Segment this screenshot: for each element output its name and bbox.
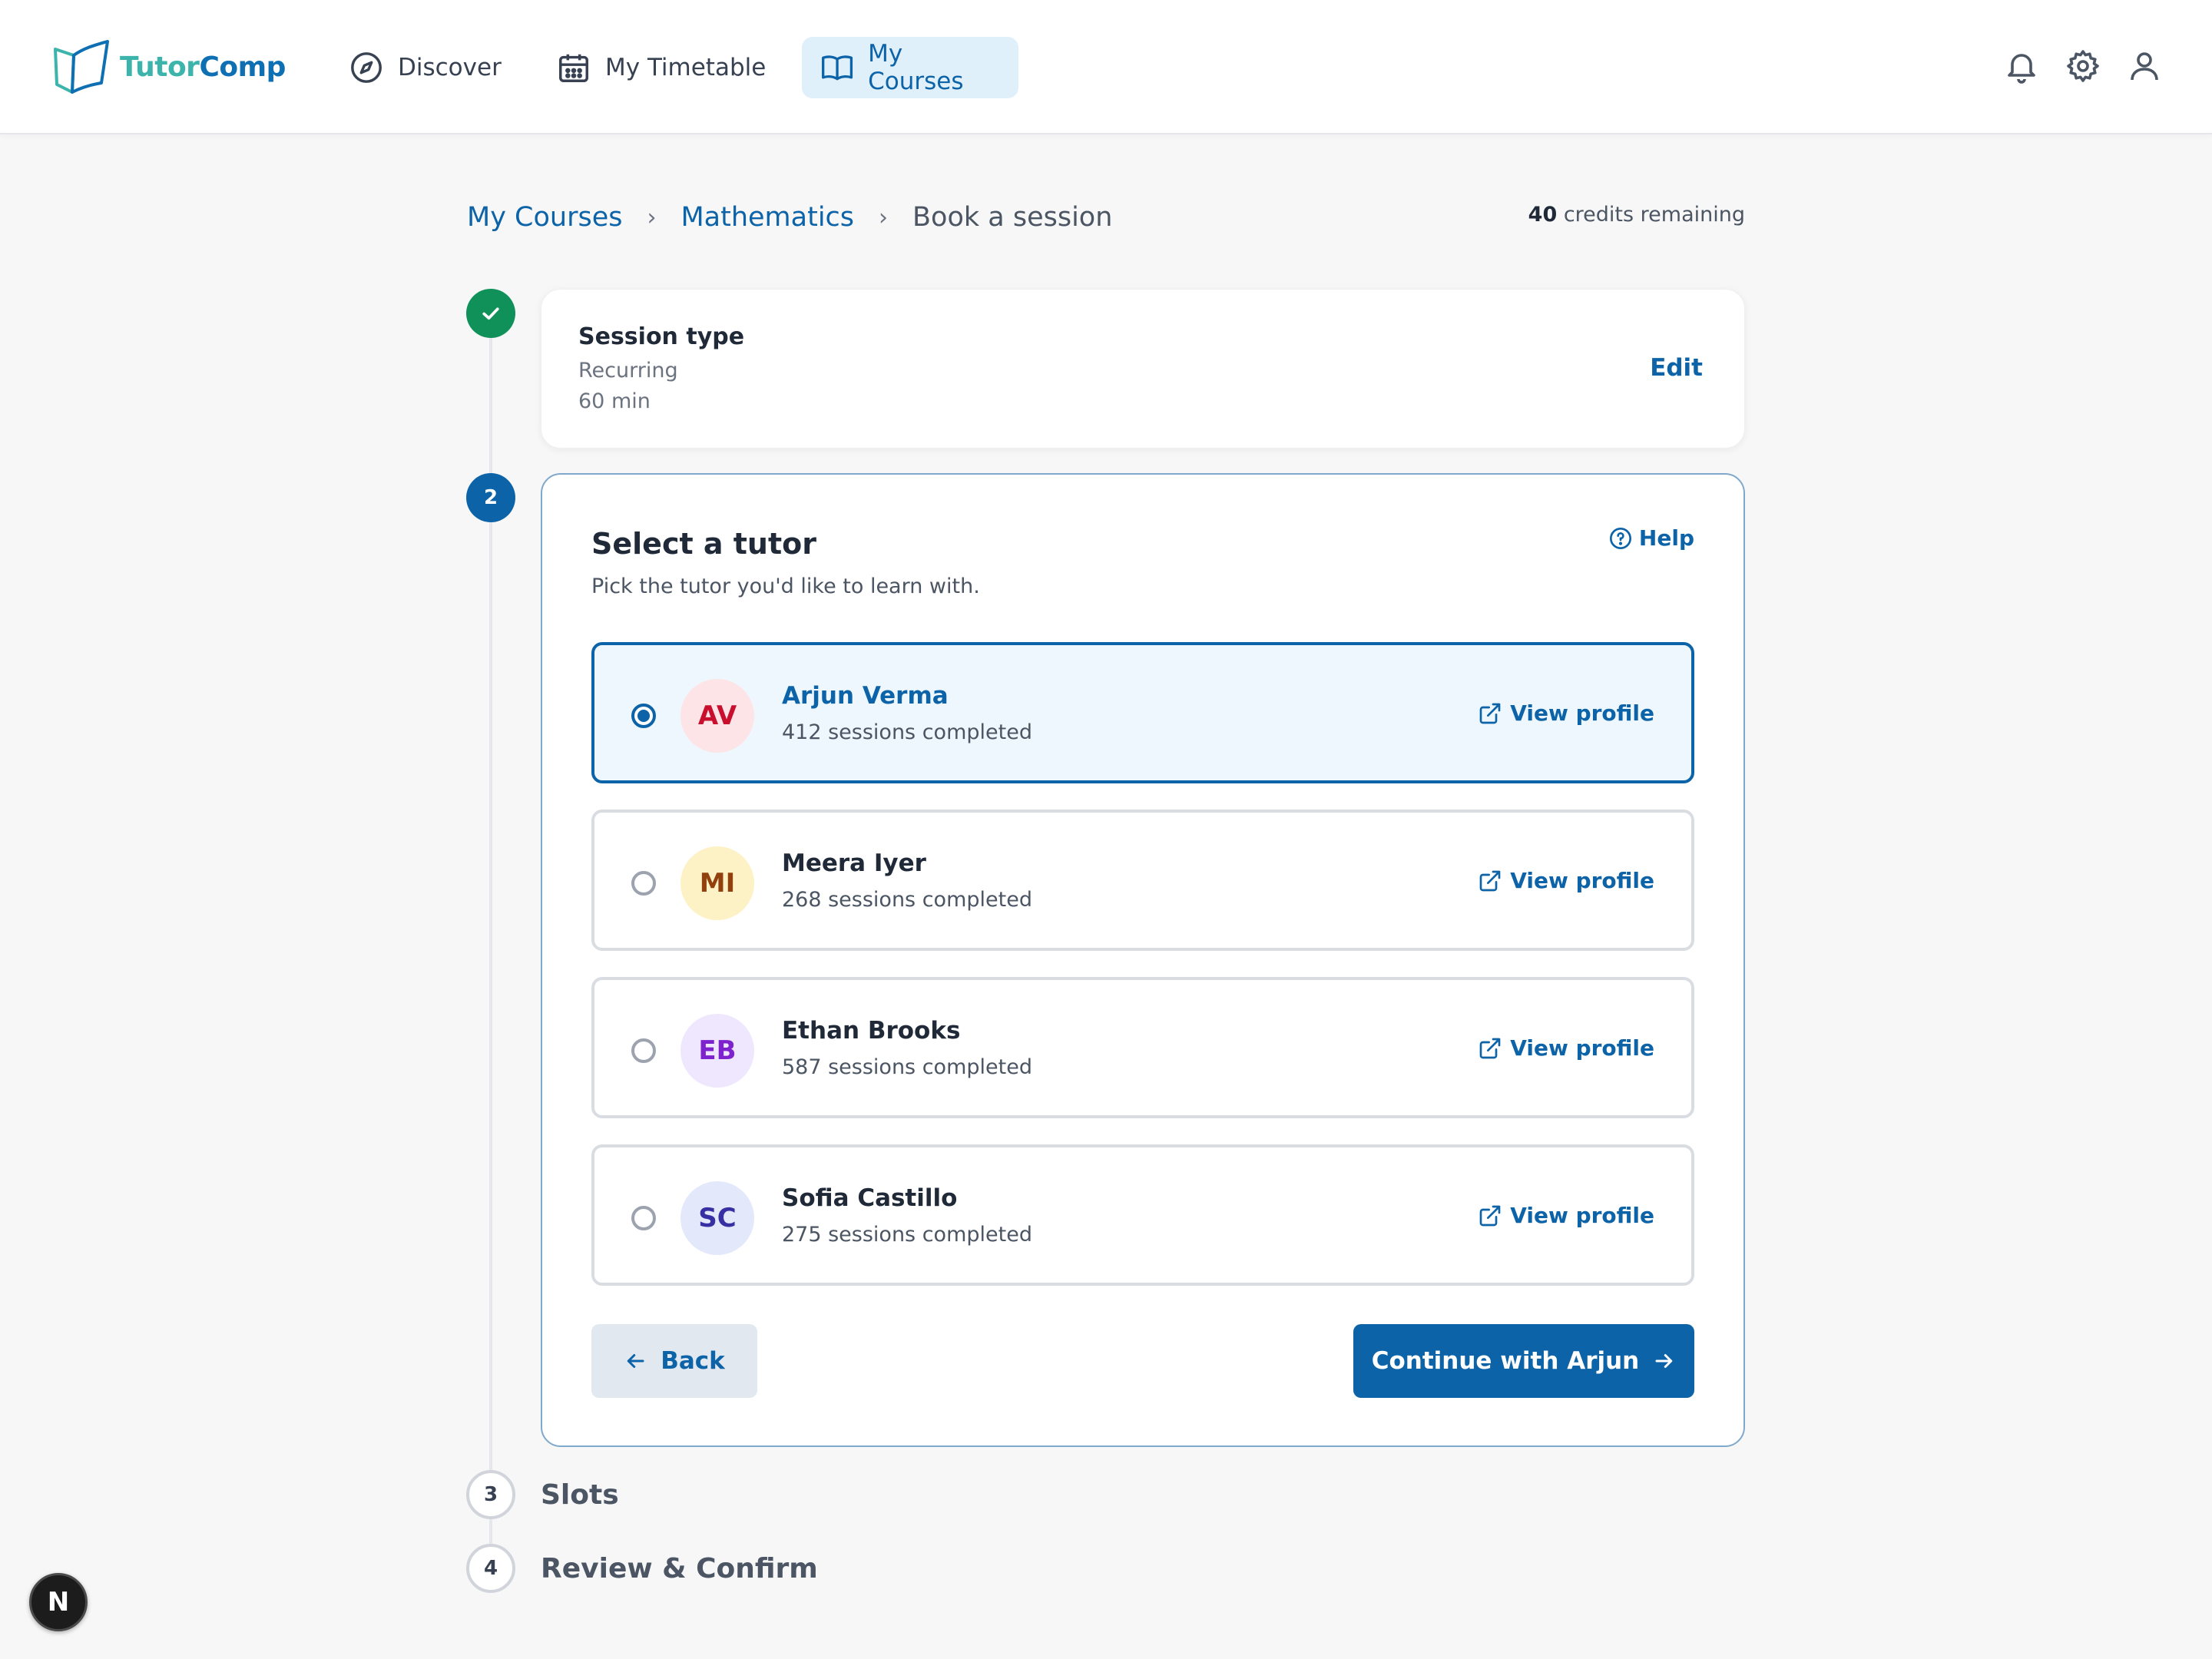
tutor-radio-selected[interactable] bbox=[631, 704, 656, 728]
tutor-name: Sofia Castillo bbox=[782, 1184, 958, 1212]
breadcrumb: My Courses › Mathematics › Book a sessio… bbox=[467, 198, 1112, 237]
view-profile-label: View profile bbox=[1510, 868, 1654, 893]
view-profile-link[interactable]: View profile bbox=[1478, 1035, 1654, 1061]
nav-discover-label: Discover bbox=[398, 54, 502, 81]
tutorcomp-logo[interactable]: TutorComp bbox=[51, 38, 286, 96]
view-profile-label: View profile bbox=[1510, 1035, 1654, 1061]
step-3-indicator: 3 bbox=[466, 1470, 515, 1519]
logo-wordmark: TutorComp bbox=[120, 51, 286, 83]
back-button-label: Back bbox=[661, 1347, 725, 1375]
help-label: Help bbox=[1638, 525, 1694, 551]
breadcrumb-separator: › bbox=[879, 204, 889, 231]
external-link-icon bbox=[1479, 703, 1501, 724]
tutor-sessions-completed: 587 sessions completed bbox=[782, 1055, 1032, 1079]
help-link[interactable]: Help bbox=[1608, 525, 1694, 551]
select-tutor-subtitle: Pick the tutor you'd like to learn with. bbox=[591, 575, 980, 598]
nav-my-timetable-label: My Timetable bbox=[605, 54, 767, 81]
stepper-connector bbox=[489, 522, 492, 1470]
tutor-option[interactable]: AV Arjun Verma 412 sessions completed Vi… bbox=[591, 642, 1694, 783]
nav-my-courses-label: My Courses bbox=[868, 40, 964, 95]
view-profile-label: View profile bbox=[1510, 700, 1654, 726]
logo-book-icon bbox=[54, 40, 109, 94]
avatar: AV bbox=[680, 679, 754, 753]
tutor-radio[interactable] bbox=[631, 1038, 656, 1063]
tutor-option[interactable]: MI Meera Iyer 268 sessions completed Vie… bbox=[591, 810, 1694, 951]
top-navigation-bar: TutorComp Discover My Timetable My Cours… bbox=[0, 0, 2212, 134]
step-3-label: Slots bbox=[541, 1479, 619, 1511]
stepper-connector bbox=[489, 1519, 492, 1544]
view-profile-link[interactable]: View profile bbox=[1478, 700, 1654, 726]
dev-tools-badge[interactable]: N bbox=[29, 1573, 88, 1631]
nav-my-timetable[interactable]: My Timetable bbox=[538, 37, 784, 98]
view-profile-link[interactable]: View profile bbox=[1478, 868, 1654, 893]
step-1-complete-indicator bbox=[466, 289, 515, 338]
credits-count: 40 bbox=[1528, 203, 1558, 227]
breadcrumb-mathematics[interactable]: Mathematics bbox=[680, 202, 854, 233]
help-circle-icon bbox=[1609, 527, 1631, 549]
step-4-indicator: 4 bbox=[466, 1544, 515, 1593]
avatar: SC bbox=[680, 1181, 754, 1255]
tutor-name: Ethan Brooks bbox=[782, 1017, 961, 1045]
checkmark-icon bbox=[482, 307, 499, 320]
user-profile-icon[interactable] bbox=[2126, 48, 2163, 84]
avatar: EB bbox=[680, 1014, 754, 1088]
session-type-heading: Session type bbox=[578, 323, 745, 350]
continue-button-label: Continue with Arjun bbox=[1371, 1347, 1640, 1375]
session-type-summary-card: Session type Recurring 60 min Edit bbox=[541, 289, 1745, 449]
select-tutor-card: Select a tutor Pick the tutor you'd like… bbox=[541, 473, 1745, 1447]
notifications-bell-icon[interactable] bbox=[2003, 48, 2040, 84]
session-frequency: Recurring bbox=[578, 359, 678, 382]
nav-my-courses[interactable]: My Courses bbox=[802, 37, 1018, 98]
edit-session-type-button[interactable]: Edit bbox=[1650, 354, 1703, 382]
arrow-right-icon bbox=[1655, 1354, 1673, 1368]
select-tutor-heading: Select a tutor bbox=[591, 527, 816, 561]
tutor-option[interactable]: EB Ethan Brooks 587 sessions completed V… bbox=[591, 977, 1694, 1118]
open-book-icon bbox=[822, 55, 853, 81]
tutor-name: Arjun Verma bbox=[782, 682, 949, 710]
step-2-indicator: 2 bbox=[466, 473, 515, 522]
breadcrumb-separator: › bbox=[647, 204, 657, 231]
credits-label: credits remaining bbox=[1557, 203, 1745, 227]
tutor-option[interactable]: SC Sofia Castillo 275 sessions completed… bbox=[591, 1144, 1694, 1286]
stepper-connector bbox=[489, 338, 492, 473]
tutor-radio[interactable] bbox=[631, 871, 656, 896]
external-link-icon bbox=[1479, 870, 1501, 891]
calendar-icon bbox=[559, 54, 588, 82]
view-profile-label: View profile bbox=[1510, 1203, 1654, 1228]
breadcrumb-my-courses[interactable]: My Courses bbox=[467, 202, 622, 233]
session-duration: 60 min bbox=[578, 389, 651, 413]
tutor-sessions-completed: 412 sessions completed bbox=[782, 720, 1032, 744]
settings-gear-icon[interactable] bbox=[2065, 48, 2101, 84]
continue-button[interactable]: Continue with Arjun bbox=[1353, 1324, 1694, 1398]
step-4-label: Review & Confirm bbox=[541, 1553, 818, 1584]
arrow-left-icon bbox=[627, 1354, 644, 1368]
tutor-name: Meera Iyer bbox=[782, 849, 926, 877]
tutor-radio[interactable] bbox=[631, 1206, 656, 1230]
nav-discover[interactable]: Discover bbox=[330, 37, 520, 98]
compass-icon bbox=[351, 52, 382, 83]
tutor-sessions-completed: 268 sessions completed bbox=[782, 888, 1032, 912]
credits-remaining: 40 credits remaining bbox=[1528, 203, 1745, 227]
back-button[interactable]: Back bbox=[591, 1324, 757, 1398]
avatar: MI bbox=[680, 846, 754, 920]
view-profile-link[interactable]: View profile bbox=[1478, 1203, 1654, 1228]
tutor-sessions-completed: 275 sessions completed bbox=[782, 1223, 1032, 1247]
external-link-icon bbox=[1479, 1205, 1501, 1226]
external-link-icon bbox=[1479, 1038, 1501, 1058]
breadcrumb-current-page: Book a session bbox=[912, 202, 1113, 233]
